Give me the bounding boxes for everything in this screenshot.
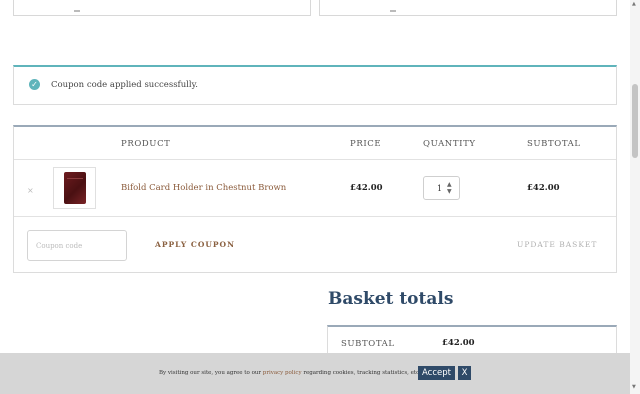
cookie-banner: By visiting our site, you agree to our p… xyxy=(0,353,630,394)
product-thumbnail[interactable] xyxy=(53,167,96,209)
panel-fragment xyxy=(74,10,80,12)
row-divider xyxy=(14,159,616,160)
scrollbar-thumb[interactable] xyxy=(632,84,638,158)
check-circle-icon: ✓ xyxy=(29,79,40,90)
totals-subtotal-value: £42.00 xyxy=(442,338,475,348)
header-price: PRICE xyxy=(350,139,382,149)
coupon-code-input[interactable] xyxy=(27,230,127,261)
scroll-down-arrow-icon[interactable]: ▼ xyxy=(632,384,636,390)
page-scrollbar[interactable]: ▲ ▼ xyxy=(630,0,640,394)
close-cookie-button[interactable]: X xyxy=(458,366,471,380)
header-subtotal: SUBTOTAL xyxy=(527,139,581,149)
quantity-stepper[interactable]: 1 ▲ ▼ xyxy=(423,176,460,200)
totals-subtotal-label: SUBTOTAL xyxy=(341,339,395,349)
item-price: £42.00 xyxy=(350,183,383,193)
header-product: PRODUCT xyxy=(121,139,171,149)
spinner-arrows-icon[interactable]: ▲ ▼ xyxy=(447,181,452,195)
panel-fragment xyxy=(390,10,396,12)
update-basket-button[interactable]: UPDATE BASKET xyxy=(517,240,597,249)
header-quantity: QUANTITY xyxy=(423,139,476,149)
coupon-success-notice: ✓ Coupon code applied successfully. xyxy=(13,65,617,105)
remove-item-button[interactable]: × xyxy=(27,186,34,195)
cookie-text-end: regarding cookies, tracking statistics, … xyxy=(301,370,421,376)
row-divider xyxy=(14,216,616,217)
basket-totals-title: Basket totals xyxy=(328,289,454,309)
wallet-image xyxy=(64,172,86,204)
top-left-panel xyxy=(13,0,311,16)
product-name-link[interactable]: Bifold Card Holder in Chestnut Brown xyxy=(121,183,286,193)
accept-cookies-button[interactable]: Accept xyxy=(418,366,455,380)
item-subtotal: £42.00 xyxy=(527,183,560,193)
cookie-text-start: By visiting our site, you agree to our xyxy=(159,370,263,376)
quantity-value: 1 xyxy=(437,184,443,193)
notice-message: Coupon code applied successfully. xyxy=(51,80,198,90)
cookie-text: By visiting our site, you agree to our p… xyxy=(159,370,421,376)
apply-coupon-button[interactable]: APPLY COUPON xyxy=(155,240,235,249)
scroll-up-arrow-icon[interactable]: ▲ xyxy=(632,1,636,7)
privacy-policy-link[interactable]: privacy policy xyxy=(263,370,302,376)
cart-table: PRODUCT PRICE QUANTITY SUBTOTAL × Bifold… xyxy=(13,125,617,273)
top-right-panel xyxy=(319,0,617,16)
